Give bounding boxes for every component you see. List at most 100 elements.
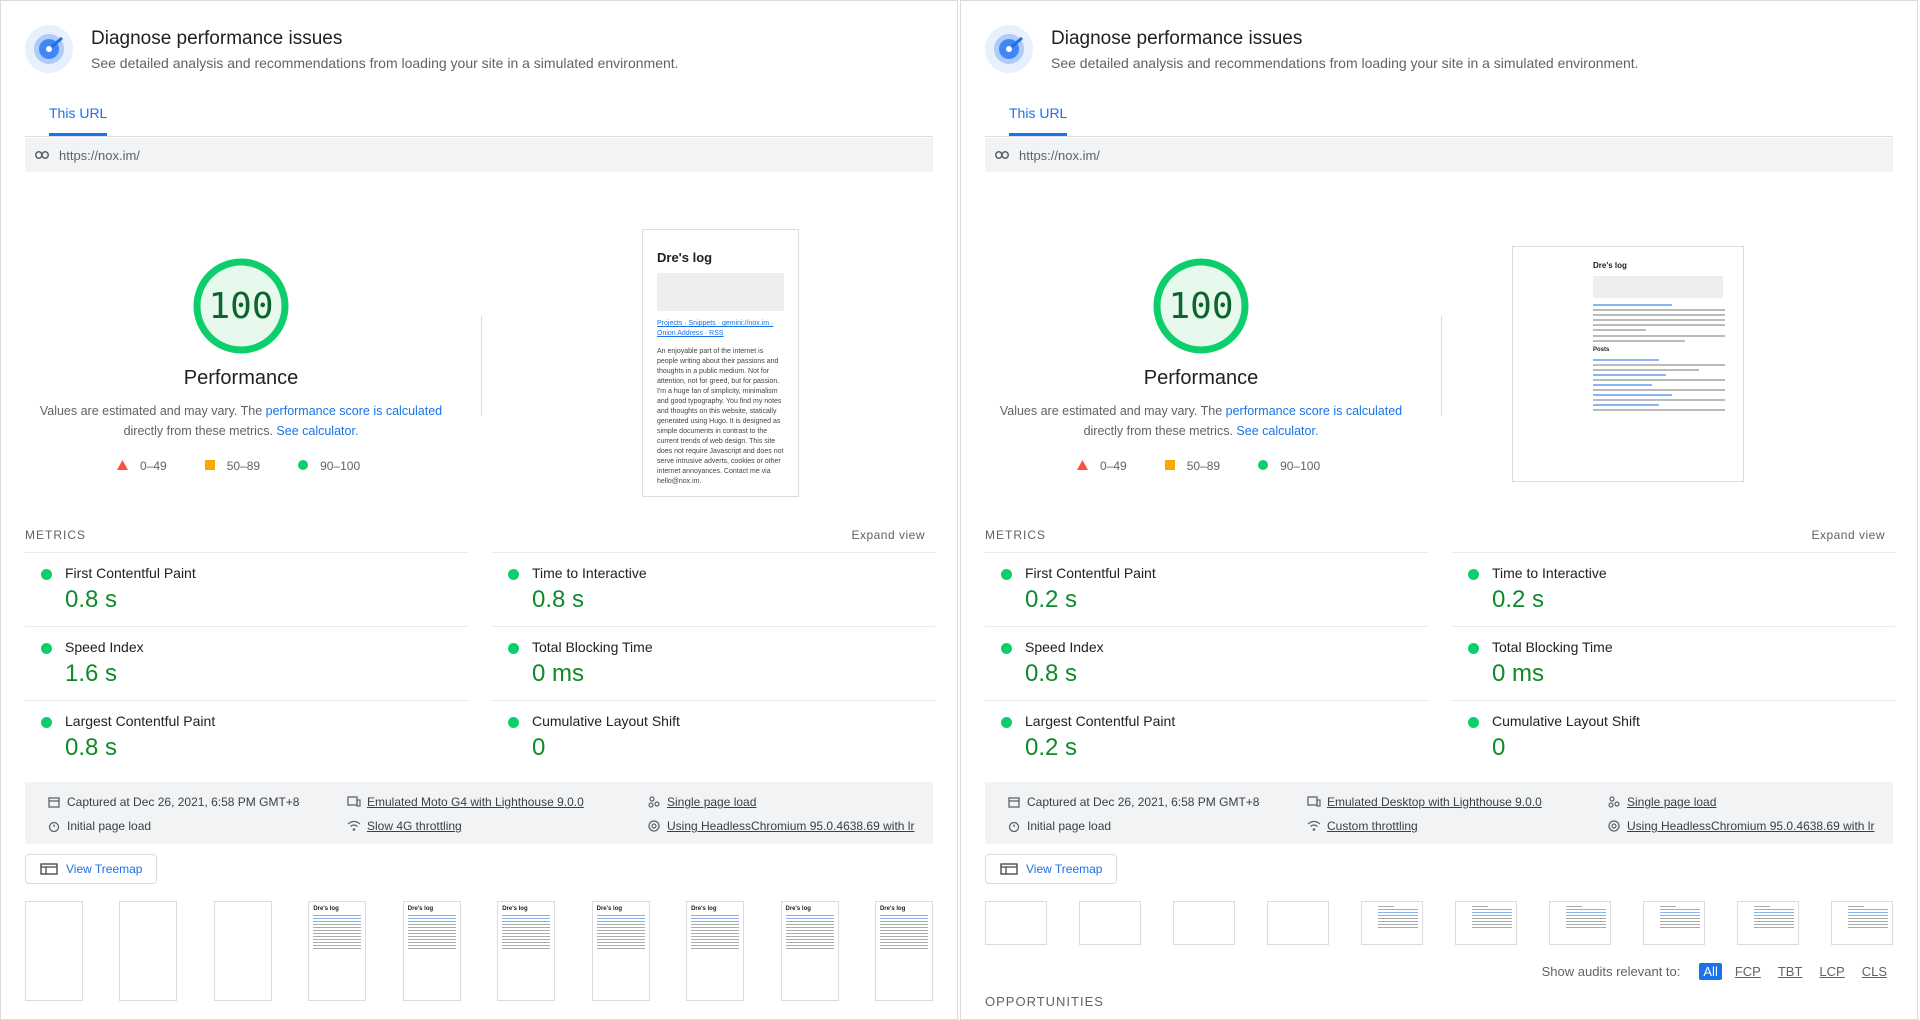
info-text: Initial page load <box>1027 819 1112 833</box>
info-text: Single page load <box>1627 795 1717 809</box>
filter-tbt[interactable]: TBT <box>1774 963 1807 980</box>
filmstrip-frame: Dre's log <box>686 901 745 1001</box>
metric-value: 0 <box>532 734 546 761</box>
filmstrip-frame: Dre's log <box>308 901 367 1001</box>
calendar-icon <box>1007 795 1021 809</box>
browser-info[interactable]: Using HeadlessChromium 95.0.4638.69 with… <box>647 819 914 833</box>
browser-info[interactable]: Using HeadlessChromium 95.0.4638.69 with… <box>1607 819 1874 833</box>
metric-lcp: Largest Contentful Paint 0.2 s <box>985 700 1428 774</box>
metric-tti: Time to Interactive 0.8 s <box>492 552 935 626</box>
info-text: Captured at Dec 26, 2021, 6:58 PM GMT+8 <box>67 795 300 809</box>
metric-name: First Contentful Paint <box>1025 565 1156 581</box>
filmstrip-frame <box>213 901 272 1001</box>
filmstrip-frame <box>1737 901 1799 945</box>
filmstrip-frame: Dre's log <box>402 901 461 1001</box>
lighthouse-icon <box>985 25 1033 73</box>
see-calculator-link[interactable]: See calculator. <box>276 424 358 438</box>
metric-name: Total Blocking Time <box>532 639 653 655</box>
score-calculated-link[interactable]: performance score is calculated <box>266 404 442 418</box>
legend-fail: 0–49 <box>117 459 167 473</box>
square-icon <box>1164 459 1175 473</box>
filmstrip-frame <box>1079 901 1141 945</box>
device-info[interactable]: Emulated Desktop with Lighthouse 9.0.0 <box>1307 795 1542 809</box>
view-treemap-button[interactable]: View Treemap <box>985 854 1118 884</box>
desktop-report-panel: Diagnose performance issues See detailed… <box>960 0 1918 1020</box>
frame-title: Dre's log <box>596 906 623 912</box>
metric-fcp: First Contentful Paint 0.2 s <box>985 552 1428 626</box>
filter-fcp[interactable]: FCP <box>1731 963 1765 980</box>
metric-cls: Cumulative Layout Shift 0 <box>1452 700 1895 774</box>
info-text: Using HeadlessChromium 95.0.4638.69 with… <box>667 819 915 833</box>
device-icon <box>1307 795 1321 809</box>
section-title: Diagnose performance issues <box>91 28 343 49</box>
tab-this-url[interactable]: This URL <box>1009 105 1068 136</box>
filmstrip-frame <box>985 901 1047 945</box>
filmstrip-frame <box>1549 901 1611 945</box>
initial-load-info: Initial page load <box>47 819 151 833</box>
pass-dot <box>41 643 52 654</box>
filter-all[interactable]: All <box>1699 963 1722 980</box>
metric-value: 0 <box>1492 734 1506 761</box>
device-info[interactable]: Emulated Moto G4 with Lighthouse 9.0.0 <box>347 795 584 809</box>
throttling-info[interactable]: Custom throttling <box>1307 819 1418 833</box>
filmstrip-frame: Dre's log <box>591 901 650 1001</box>
screenshot-ascii-box <box>1593 276 1723 298</box>
filmstrip-frame <box>1361 901 1423 945</box>
score-label: Performance <box>1143 367 1259 389</box>
score-note: Values are estimated and may vary. The p… <box>1 401 481 441</box>
score-note: Values are estimated and may vary. The p… <box>961 401 1441 441</box>
metric-name: Total Blocking Time <box>1492 639 1613 655</box>
tab-this-url[interactable]: This URL <box>49 105 108 136</box>
nodes-icon <box>647 795 661 809</box>
expand-view-toggle[interactable]: Expand view <box>1811 528 1885 542</box>
metric-value: 0.8 s <box>532 586 585 613</box>
score-gauge: 100 <box>1151 256 1251 356</box>
diagnose-header: Diagnose performance issues See detailed… <box>985 25 1639 73</box>
metric-lcp: Largest Contentful Paint 0.8 s <box>25 700 468 774</box>
metric-name: Cumulative Layout Shift <box>532 713 680 729</box>
filmstrip-frame: Dre's log <box>874 901 933 1001</box>
see-calculator-link[interactable]: See calculator. <box>1236 424 1318 438</box>
expand-view-toggle[interactable]: Expand view <box>851 528 925 542</box>
url-bar: https://nox.im/ <box>25 138 933 172</box>
pass-dot <box>508 643 519 654</box>
metric-name: Speed Index <box>65 639 144 655</box>
screenshot-title: Dre's log <box>657 250 713 265</box>
legend-label: 50–89 <box>226 459 261 473</box>
throttling-info[interactable]: Slow 4G throttling <box>347 819 462 833</box>
view-treemap-button[interactable]: View Treemap <box>25 854 158 884</box>
filmstrip-frame: Dre's log <box>497 901 556 1001</box>
single-load-info[interactable]: Single page load <box>647 795 756 809</box>
filter-lcp[interactable]: LCP <box>1815 963 1848 980</box>
metric-name: Time to Interactive <box>532 565 647 581</box>
filmstrip-frame <box>1831 901 1893 945</box>
legend-label: 90–100 <box>1280 459 1321 473</box>
note-text: Values are estimated and may vary. The <box>39 404 266 418</box>
score-gauge: 100 <box>191 256 291 356</box>
metric-value: 0.8 s <box>65 734 118 761</box>
pass-dot <box>41 569 52 580</box>
opportunities-heading: OPPORTUNITIES <box>985 994 1104 1009</box>
divider <box>1441 316 1442 416</box>
filter-cls[interactable]: CLS <box>1858 963 1891 980</box>
metrics-grid: First Contentful Paint 0.2 s Time to Inte… <box>985 552 1895 774</box>
url-text: https://nox.im/ <box>1019 147 1100 163</box>
pass-dot <box>1001 569 1012 580</box>
screenshot-posts-heading: Posts <box>1593 347 1610 353</box>
metric-name: First Contentful Paint <box>65 565 196 581</box>
legend-pass: 90–100 <box>298 459 360 473</box>
legend-label: 90–100 <box>320 459 361 473</box>
single-load-info[interactable]: Single page load <box>1607 795 1716 809</box>
filmstrip-frame <box>1173 901 1235 945</box>
filmstrip-frame <box>119 901 178 1001</box>
frame-title: Dre's log <box>313 906 339 912</box>
metric-value: 0.8 s <box>1025 660 1078 687</box>
pass-dot <box>508 717 519 728</box>
score-calculated-link[interactable]: performance score is calculated <box>1226 404 1402 418</box>
legend-fail: 0–49 <box>1077 459 1127 473</box>
note-text: directly from these metrics. <box>1083 424 1237 438</box>
treemap-label: View Treemap <box>66 862 143 876</box>
wifi-icon <box>1307 819 1321 833</box>
square-icon <box>204 459 215 473</box>
legend-label: 50–89 <box>1186 459 1221 473</box>
